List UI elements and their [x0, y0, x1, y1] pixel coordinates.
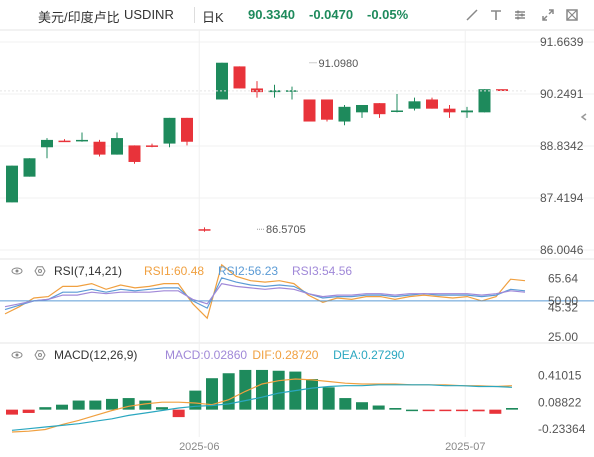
macd-bar — [322, 387, 335, 410]
collapse-icon[interactable] — [577, 106, 591, 128]
candle-body — [111, 138, 123, 155]
indicator-value: RSI1:60.48 — [144, 264, 204, 278]
y-axis-tick-label: 90.2491 — [540, 87, 584, 101]
x-axis-tick-label: 2025-07 — [445, 441, 485, 453]
y-axis-tick-label: 86.0046 — [540, 243, 584, 257]
y-axis-tick-label: 91.6639 — [540, 35, 584, 49]
candle-body — [426, 99, 438, 109]
indicator-value: MACD:0.02860 — [165, 348, 247, 362]
candle-body — [251, 88, 263, 93]
macd-bar — [72, 400, 85, 410]
candle-body — [408, 101, 421, 109]
indicator-value: RSI2:56.23 — [218, 264, 278, 278]
stock-chart[interactable]: 91.0980 86.5705 2025-06 2025-07 91.6639 90.2… — [0, 0, 594, 457]
candle-body — [6, 165, 18, 203]
macd-bar — [339, 398, 352, 410]
x-axis-tick-label: 2025-06 — [179, 441, 219, 453]
macd-bar — [356, 402, 368, 410]
gear-icon — [34, 350, 46, 360]
macd-bar — [372, 405, 385, 410]
macd-axis-tick-label: -0.23364 — [538, 422, 586, 436]
candle-body — [373, 103, 386, 115]
macd-bar — [439, 409, 452, 412]
macd-bar — [472, 409, 485, 412]
indicator-value: RSI3:54.56 — [292, 264, 352, 278]
candle-body — [303, 99, 316, 122]
candle-body — [163, 117, 176, 144]
y-axis-tick-label: 88.8342 — [540, 139, 584, 153]
candle-body — [216, 62, 228, 100]
macd-axis-tick-label: 0.41015 — [538, 369, 582, 383]
candle-body — [128, 145, 141, 162]
candle-body — [268, 90, 281, 93]
candle-body — [233, 66, 246, 89]
candle-body — [181, 117, 193, 142]
candle-body — [321, 99, 333, 120]
eye-icon — [11, 351, 23, 359]
candle-body — [443, 108, 456, 113]
candle-body — [461, 110, 473, 113]
macd-bar — [56, 404, 68, 410]
candle-body — [93, 141, 106, 155]
candle-body — [41, 139, 53, 148]
candle-body — [356, 104, 368, 113]
macd-bar — [506, 408, 518, 410]
candle-body — [478, 89, 491, 113]
macd-bar — [489, 409, 502, 414]
macd-bar — [456, 409, 468, 412]
rsi-axis-tick-label: 25.00 — [548, 330, 578, 344]
candle-body — [146, 145, 158, 147]
macd-bar — [256, 369, 268, 410]
candle-body — [198, 229, 211, 231]
macd-bar — [172, 409, 185, 418]
indicator-value: DIF:0.28720 — [252, 348, 318, 362]
candle-body — [391, 110, 403, 113]
gear-icon — [34, 266, 46, 276]
macd-bar — [106, 398, 118, 410]
rsi-axis-tick-label: 45.32 — [548, 301, 578, 315]
candle-body — [76, 139, 88, 142]
candle-body — [338, 106, 351, 122]
extreme-value-label: 86.5705 — [266, 224, 306, 236]
macd-bar — [306, 379, 318, 410]
candle-body — [23, 158, 36, 177]
y-axis-tick-label: 87.4194 — [540, 191, 584, 205]
indicator-name: RSI(7,14,21) — [54, 264, 122, 278]
macd-bar — [272, 370, 285, 410]
macd-bar — [406, 409, 418, 412]
macd-bar — [6, 409, 18, 415]
macd-bar — [39, 407, 52, 410]
eye-icon — [11, 267, 23, 275]
extreme-value-label: 91.0980 — [319, 58, 359, 70]
candlestick-panel: 91.0980 86.5705 — [0, 58, 528, 236]
candle-body — [58, 140, 71, 143]
indicator-name: MACD(12,26,9) — [54, 348, 137, 362]
macd-bar — [422, 409, 435, 412]
indicator-value: DEA:0.27290 — [333, 348, 405, 362]
macd-bar — [22, 409, 35, 413]
macd-axis-tick-label: 0.08822 — [538, 395, 582, 409]
macd-bar — [389, 408, 402, 410]
rsi-axis-tick-label: 65.64 — [548, 271, 578, 285]
macd-bar — [89, 400, 102, 410]
macd-panel — [6, 369, 518, 433]
